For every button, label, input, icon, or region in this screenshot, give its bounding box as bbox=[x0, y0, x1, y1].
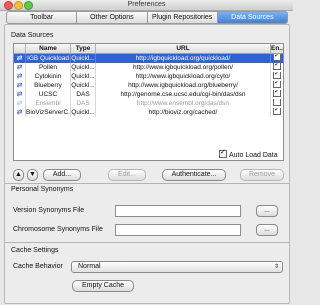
cache-settings-section-title: Cache Settings bbox=[11, 247, 59, 254]
source-url-cell[interactable]: http://www.ensembl.org/das/dsn bbox=[96, 99, 271, 108]
table-row[interactable]: ⇄ Cytokinin Quickl... http://www.igbquicklo… bbox=[14, 72, 283, 81]
cache-behavior-select[interactable]: Normal ⇕ bbox=[71, 261, 283, 273]
enabled-checkbox[interactable] bbox=[273, 108, 281, 116]
column-header-enabled[interactable]: En... bbox=[271, 44, 283, 54]
source-enabled-cell bbox=[271, 108, 283, 117]
source-type-cell[interactable]: Quickl... bbox=[71, 54, 96, 63]
source-url-cell[interactable]: http://igbquickload.org/quickload/ bbox=[96, 54, 271, 63]
version-synonyms-label: Version Synonyms File bbox=[13, 207, 85, 214]
data-sources-panel: Data Sources Name Type URL En... ⇄IGB Qu… bbox=[4, 24, 290, 304]
table-row[interactable]: ⇄ BioVizServerC... Quickl... http://bioviz.… bbox=[14, 108, 283, 117]
refresh-icon[interactable]: ⇄ bbox=[17, 81, 23, 90]
source-enabled-cell bbox=[271, 90, 283, 99]
version-synonyms-browse-button[interactable]: ... bbox=[256, 205, 278, 217]
window-title: Preferences bbox=[127, 1, 166, 8]
refresh-source-cell[interactable]: ⇄ bbox=[14, 54, 26, 63]
table-row[interactable]: ⇄ Ensembl DAS http://www.ensembl.org/das/ds… bbox=[14, 99, 283, 108]
table-row[interactable]: ⇄ UCSC DAS http://genome.cse.ucsc.edu/cgi-b… bbox=[14, 90, 283, 99]
refresh-icon[interactable]: ⇄ bbox=[17, 99, 23, 108]
cache-behavior-value: Normal bbox=[78, 263, 101, 270]
refresh-source-cell[interactable]: ⇄ bbox=[14, 81, 26, 90]
source-name-cell[interactable]: UCSC bbox=[26, 90, 71, 99]
source-url-cell[interactable]: http://genome.cse.ucsc.edu/cgi-bin/das/d… bbox=[96, 90, 271, 99]
refresh-icon[interactable]: ⇄ bbox=[17, 54, 23, 63]
move-down-button[interactable]: ▼ bbox=[27, 169, 38, 181]
move-up-button[interactable]: ▲ bbox=[13, 169, 24, 181]
source-enabled-cell bbox=[271, 63, 283, 72]
source-type-cell[interactable]: Quickl... bbox=[71, 81, 96, 90]
source-name-cell[interactable]: Pollen bbox=[26, 63, 71, 72]
refresh-icon[interactable]: ⇄ bbox=[17, 63, 23, 72]
enabled-checkbox[interactable] bbox=[273, 90, 281, 98]
authenticate-button[interactable]: Authenticate... bbox=[162, 169, 226, 181]
remove-source-button[interactable]: Remove bbox=[240, 169, 284, 181]
enabled-checkbox[interactable] bbox=[273, 81, 281, 89]
divider bbox=[5, 183, 289, 184]
source-type-cell[interactable]: Quickl... bbox=[71, 72, 96, 81]
window-titlebar: Preferences bbox=[0, 0, 293, 11]
source-enabled-cell bbox=[271, 81, 283, 90]
source-name-cell[interactable]: Blueberry bbox=[26, 81, 71, 90]
divider bbox=[5, 242, 289, 243]
source-enabled-cell bbox=[271, 72, 283, 81]
tab-other-options[interactable]: Other Options bbox=[77, 12, 148, 23]
auto-load-data-option[interactable]: Auto Load Data bbox=[219, 150, 278, 159]
source-type-cell[interactable]: DAS bbox=[71, 99, 96, 108]
cache-behavior-label: Cache Behavior bbox=[13, 263, 63, 270]
tab-data-sources[interactable]: Data Sources bbox=[217, 12, 287, 23]
empty-cache-button[interactable]: Empty Cache bbox=[72, 280, 134, 292]
refresh-source-cell[interactable]: ⇄ bbox=[14, 63, 26, 72]
enabled-checkbox[interactable] bbox=[273, 99, 281, 107]
tab-plugin-repositories[interactable]: Plugin Repositories bbox=[148, 12, 218, 23]
refresh-source-cell[interactable]: ⇄ bbox=[14, 90, 26, 99]
preferences-tabs: Toolbar Other Options Plugin Repositorie… bbox=[6, 11, 288, 24]
refresh-icon[interactable]: ⇄ bbox=[17, 90, 23, 99]
source-type-cell[interactable]: Quickl... bbox=[71, 108, 96, 117]
add-source-button[interactable]: Add... bbox=[43, 169, 81, 181]
source-name-cell[interactable]: IGB Quickload bbox=[26, 54, 71, 63]
data-sources-table: Name Type URL En... ⇄IGB QuickloadQuickl… bbox=[13, 43, 284, 161]
chromosome-synonyms-browse-button[interactable]: ... bbox=[256, 224, 278, 236]
source-name-cell[interactable]: Cytokinin bbox=[26, 72, 71, 81]
source-enabled-cell bbox=[271, 54, 283, 63]
column-header-name[interactable]: Name bbox=[26, 44, 71, 54]
source-type-cell[interactable]: DAS bbox=[71, 90, 96, 99]
source-type-cell[interactable]: Quickl... bbox=[71, 63, 96, 72]
personal-synonyms-section-title: Personal Synonyms bbox=[11, 186, 74, 193]
chromosome-synonyms-label: Chromosome Synonyms File bbox=[13, 226, 103, 233]
edit-source-button[interactable]: Edit... bbox=[108, 169, 146, 181]
table-row[interactable]: ⇄ IGB Quickload Quickl... http://igbquicklo… bbox=[14, 54, 283, 63]
chevron-updown-icon: ⇕ bbox=[273, 264, 279, 270]
column-header-url[interactable]: URL bbox=[96, 44, 271, 54]
source-url-cell[interactable]: http://bioviz.org/cached/ bbox=[96, 108, 271, 117]
refresh-source-cell[interactable]: ⇄ bbox=[14, 72, 26, 81]
column-header-type[interactable]: Type bbox=[71, 44, 96, 54]
source-url-cell[interactable]: http://www.igbquickload.org/cyto/ bbox=[96, 72, 271, 81]
source-name-cell[interactable]: Ensembl bbox=[26, 99, 71, 108]
chromosome-synonyms-file-input[interactable] bbox=[115, 224, 241, 236]
version-synonyms-file-input[interactable] bbox=[115, 205, 241, 217]
enabled-checkbox[interactable] bbox=[273, 72, 281, 80]
enabled-checkbox[interactable] bbox=[273, 54, 281, 62]
column-header-refresh[interactable] bbox=[14, 44, 26, 54]
tab-toolbar[interactable]: Toolbar bbox=[7, 12, 78, 23]
table-row[interactable]: ⇄ Blueberry Quickl... http://www.igbquicklo… bbox=[14, 81, 283, 90]
table-row[interactable]: ⇄ Pollen Quickl... http://www.igbquickload.… bbox=[14, 63, 283, 72]
refresh-source-cell[interactable]: ⇄ bbox=[14, 108, 26, 117]
source-url-cell[interactable]: http://www.igbquickload.org/blueberry/ bbox=[96, 81, 271, 90]
auto-load-label: Auto Load Data bbox=[229, 151, 278, 159]
source-url-cell[interactable]: http://www.igbquickload.org/pollen/ bbox=[96, 63, 271, 72]
refresh-source-cell[interactable]: ⇄ bbox=[14, 99, 26, 108]
source-name-cell[interactable]: BioVizServerC... bbox=[26, 108, 71, 117]
refresh-icon[interactable]: ⇄ bbox=[17, 108, 23, 117]
refresh-icon[interactable]: ⇄ bbox=[17, 72, 23, 81]
data-sources-section-title: Data Sources bbox=[11, 32, 54, 39]
source-enabled-cell bbox=[271, 99, 283, 108]
auto-load-checkbox[interactable] bbox=[219, 150, 227, 158]
enabled-checkbox[interactable] bbox=[273, 63, 281, 71]
